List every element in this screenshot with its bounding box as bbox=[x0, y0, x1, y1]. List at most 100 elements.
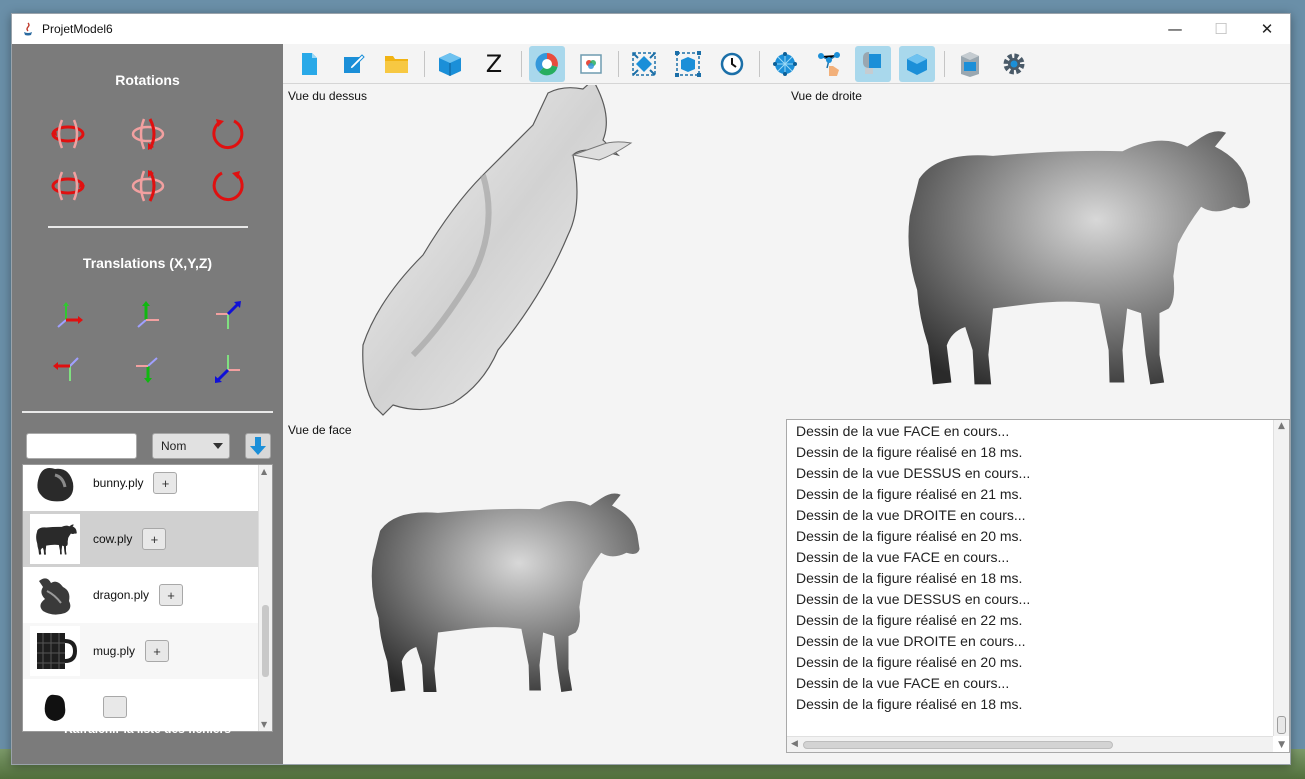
arrow-down-icon bbox=[250, 437, 266, 455]
list-item[interactable]: cow.ply + bbox=[23, 511, 259, 567]
axis-z-neg-icon bbox=[215, 355, 240, 383]
fit-icon bbox=[675, 51, 701, 77]
translate-y-pos-button[interactable] bbox=[108, 290, 188, 342]
lighting-button[interactable] bbox=[855, 46, 891, 82]
settings-icon bbox=[1003, 53, 1025, 75]
model-cube-icon bbox=[439, 53, 461, 76]
main-content: Rotations Translations (X,Y,Z) Nom bunny… bbox=[12, 44, 1290, 764]
list-item[interactable]: dragon.ply + bbox=[23, 567, 259, 623]
log-line: Dessin de la figure réalisé en 18 ms. bbox=[796, 570, 1023, 586]
log-line: Dessin de la figure réalisé en 18 ms. bbox=[796, 696, 1023, 712]
new-file-icon bbox=[302, 53, 317, 75]
log-line: Dessin de la vue DESSUS en cours... bbox=[796, 591, 1031, 607]
log-line: Dessin de la vue DROITE en cours... bbox=[796, 507, 1026, 523]
file-list-scrollbar[interactable]: ▲ ▼ bbox=[258, 465, 272, 731]
add-file-button[interactable]: + bbox=[153, 472, 178, 494]
rotate-x-icon bbox=[51, 119, 85, 149]
edit-button[interactable] bbox=[335, 46, 371, 82]
add-file-button[interactable]: + bbox=[142, 528, 167, 550]
dragon-thumbnail bbox=[30, 570, 80, 620]
app-window: ProjetModel6 — ☐ ✕ Rotations Translation… bbox=[11, 13, 1291, 765]
file-name: dragon.ply bbox=[93, 588, 150, 602]
translate-x-neg-button[interactable] bbox=[28, 342, 108, 394]
log-line: Dessin de la vue FACE en cours... bbox=[796, 423, 1010, 439]
rotate-x-neg-button[interactable] bbox=[28, 160, 108, 212]
z-axis-button[interactable]: Z bbox=[476, 46, 512, 82]
translations-title: Translations (X,Y,Z) bbox=[82, 255, 213, 271]
sort-select-value: Nom bbox=[161, 439, 187, 453]
front-view-panel[interactable]: Vue de face bbox=[283, 419, 783, 753]
axis-x-pos-icon bbox=[57, 302, 83, 328]
rotate-z-pos-button[interactable] bbox=[188, 108, 268, 160]
axis-y-pos-icon bbox=[137, 301, 159, 328]
points-button[interactable] bbox=[811, 46, 847, 82]
log-line: Dessin de la figure réalisé en 22 ms. bbox=[796, 612, 1023, 628]
list-item[interactable]: mug.ply + bbox=[23, 623, 259, 679]
color-wheel-icon bbox=[535, 52, 558, 76]
translate-z-pos-button[interactable] bbox=[188, 290, 268, 342]
log-line: Dessin de la vue DESSUS en cours... bbox=[796, 465, 1031, 481]
right-view-panel[interactable]: Vue de droite bbox=[786, 85, 1290, 417]
minimize-button[interactable]: — bbox=[1152, 14, 1198, 44]
log-line: Dessin de la figure réalisé en 21 ms. bbox=[796, 486, 1023, 502]
fit-button[interactable] bbox=[670, 46, 706, 82]
sort-select[interactable]: Nom bbox=[152, 433, 230, 459]
add-file-button[interactable]: + bbox=[159, 584, 184, 606]
rotate-y-icon bbox=[131, 170, 165, 202]
center-icon bbox=[632, 52, 656, 76]
palette-icon bbox=[580, 54, 602, 74]
refresh-file-list-button[interactable]: Rafraichir la liste des fichiers bbox=[12, 722, 283, 736]
timer-button[interactable] bbox=[714, 46, 750, 82]
palette-button[interactable] bbox=[573, 46, 609, 82]
mesh-icon bbox=[773, 52, 797, 76]
axis-z-pos-icon bbox=[216, 301, 241, 329]
rotate-y-neg-button[interactable] bbox=[108, 160, 188, 212]
close-button[interactable]: ✕ bbox=[1244, 14, 1290, 44]
add-file-button[interactable] bbox=[103, 696, 127, 718]
front-view-label: Vue de face bbox=[288, 423, 352, 437]
settings-button[interactable] bbox=[996, 46, 1032, 82]
file-list: bunny.ply + cow.ply + dragon.ply + mug.p… bbox=[22, 464, 273, 732]
console-vertical-scrollbar[interactable]: ▲ bbox=[1273, 420, 1289, 736]
colors-button[interactable] bbox=[529, 46, 565, 82]
file-filter-input[interactable] bbox=[26, 433, 137, 459]
right-view-label: Vue de droite bbox=[791, 89, 862, 103]
rotate-y-pos-button[interactable] bbox=[108, 108, 188, 160]
z-axis-icon: Z bbox=[485, 50, 503, 78]
maximize-button[interactable]: ☐ bbox=[1198, 14, 1244, 44]
rotation-buttons bbox=[28, 108, 268, 212]
sort-direction-button[interactable] bbox=[245, 433, 271, 459]
add-file-button[interactable]: + bbox=[145, 640, 170, 662]
edit-icon bbox=[344, 54, 365, 73]
load-model-button[interactable] bbox=[432, 46, 468, 82]
file-name: cow.ply bbox=[93, 532, 133, 546]
chevron-down-icon bbox=[213, 443, 223, 449]
toolbar: Z bbox=[283, 44, 1290, 84]
mesh-button[interactable] bbox=[767, 46, 803, 82]
rotate-z-neg-button[interactable] bbox=[188, 160, 268, 212]
layers-icon bbox=[961, 52, 979, 77]
control-sidebar: Rotations Translations (X,Y,Z) Nom bunny… bbox=[12, 44, 283, 764]
open-folder-button[interactable] bbox=[379, 46, 415, 82]
log-line: Dessin de la vue FACE en cours... bbox=[796, 675, 1010, 691]
log-console[interactable]: Dessin de la vue FACE en cours... Dessin … bbox=[786, 419, 1290, 753]
lighting-icon bbox=[863, 52, 881, 74]
new-file-button[interactable] bbox=[291, 46, 327, 82]
translate-z-neg-button[interactable] bbox=[188, 342, 268, 394]
center-button[interactable] bbox=[626, 46, 662, 82]
axis-x-neg-icon bbox=[53, 357, 79, 381]
rotate-x-icon bbox=[51, 171, 85, 201]
translate-y-neg-button[interactable] bbox=[108, 342, 188, 394]
solid-mode-button[interactable] bbox=[899, 46, 935, 82]
clock-icon bbox=[720, 52, 744, 76]
translation-buttons bbox=[28, 290, 268, 394]
rotate-x-pos-button[interactable] bbox=[28, 108, 108, 160]
layers-button[interactable] bbox=[952, 46, 988, 82]
console-horizontal-scrollbar[interactable]: ◀ bbox=[787, 736, 1273, 752]
points-icon bbox=[818, 52, 840, 76]
translate-x-pos-button[interactable] bbox=[28, 290, 108, 342]
log-lines: Dessin de la vue FACE en cours... Dessin … bbox=[796, 421, 1269, 715]
top-view-panel[interactable]: Vue du dessus bbox=[283, 85, 783, 417]
list-item[interactable]: bunny.ply + bbox=[23, 465, 259, 511]
cow-top-render bbox=[362, 85, 633, 416]
